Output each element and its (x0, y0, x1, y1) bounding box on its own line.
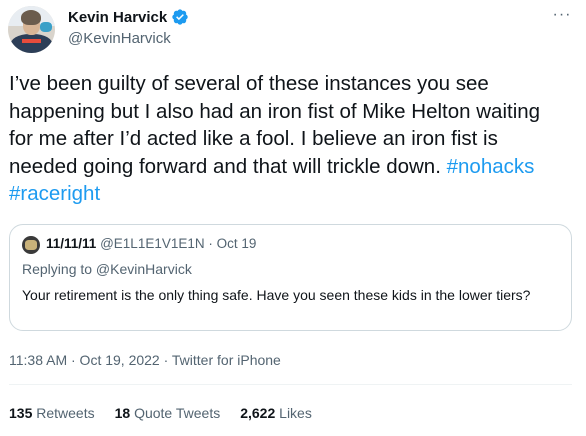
hashtag-link[interactable]: #raceright (9, 182, 100, 205)
stat-count: 135 (9, 405, 33, 421)
quoted-author-avatar (22, 236, 40, 254)
stat-quote-tweets[interactable]: 18 Quote Tweets (115, 405, 221, 421)
quoted-tweet[interactable]: 11/11/11 @E1L1E1V1E1N · Oct 19 Replying … (9, 224, 572, 331)
author-display-name[interactable]: Kevin Harvick (68, 9, 167, 26)
verified-badge-icon (172, 9, 188, 25)
more-dots-icon[interactable]: ··· (550, 7, 574, 28)
tweet-card: Kevin Harvick @KevinHarvick ··· I’ve bee… (0, 0, 586, 436)
quoted-tweet-text: Your retirement is the only thing safe. … (22, 287, 531, 303)
tweet-timestamp[interactable]: 11:38 AM · Oct 19, 2022 · Twitter for iP… (9, 352, 281, 368)
quoted-author-handle: @E1L1E1V1E1N (100, 236, 205, 251)
hashtag-link[interactable]: #nohacks (447, 155, 535, 178)
author-handle[interactable]: @KevinHarvick (68, 30, 171, 47)
replying-to: Replying to @KevinHarvick (22, 261, 192, 277)
author-avatar[interactable] (8, 6, 55, 53)
quoted-tweet-header: 11/11/11 @E1L1E1V1E1N · Oct 19 (46, 236, 256, 251)
stat-label: Quote Tweets (134, 405, 221, 421)
stat-count: 18 (114, 405, 131, 421)
divider (9, 384, 572, 385)
author-name-row: Kevin Harvick (68, 8, 189, 26)
tweet-text: I’ve been guilty of several of these ins… (9, 70, 569, 208)
stat-label: Likes (279, 405, 312, 421)
quoted-tweet-date: · Oct 19 (208, 236, 257, 251)
stat-count: 2,622 (240, 405, 276, 421)
stat-retweets[interactable]: 135 Retweets (9, 405, 95, 421)
engagement-stats: 135 Retweets 18 Quote Tweets 2,622 Likes (9, 405, 332, 421)
quoted-author-name: 11/11/11 (46, 236, 97, 251)
stat-likes[interactable]: 2,622 Likes (240, 405, 312, 421)
stat-label: Retweets (36, 405, 95, 421)
